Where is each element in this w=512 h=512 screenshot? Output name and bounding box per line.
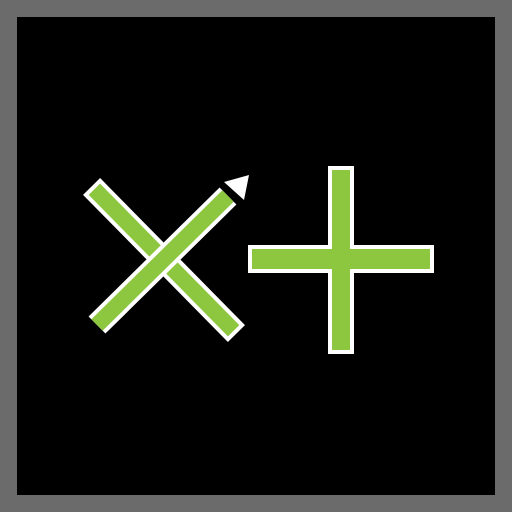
pencil-icon — [83, 175, 249, 342]
plus-icon — [248, 166, 434, 354]
pencil-plus-icon — [83, 166, 434, 354]
app-icon[interactable] — [0, 0, 512, 512]
